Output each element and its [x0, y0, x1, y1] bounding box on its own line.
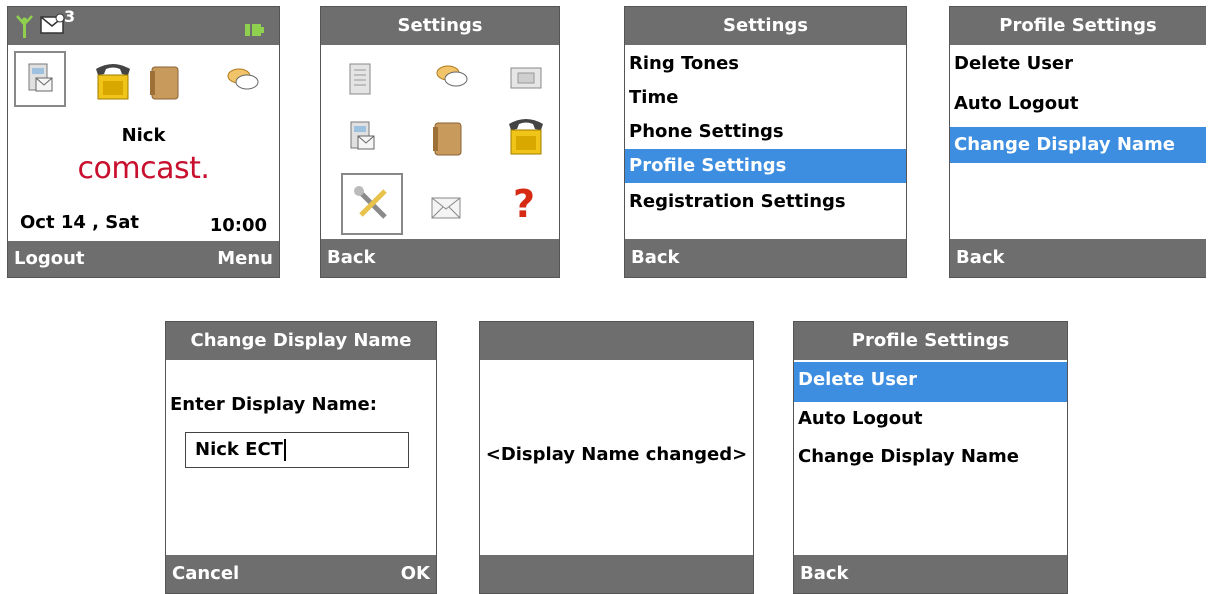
home-icon-selected-frame[interactable] [14, 51, 66, 107]
back-button[interactable]: Back [956, 239, 1005, 277]
settings-grid-screen: Settings ? Back [320, 6, 560, 278]
settings-grid-softkey-bar: Back [321, 239, 559, 277]
menu-item-profile-settings[interactable]: Profile Settings [625, 149, 906, 183]
tools-icon-selected-frame[interactable] [341, 173, 403, 235]
help-icon[interactable]: ? [513, 185, 535, 223]
menu-item-auto-logout[interactable]: Auto Logout [950, 87, 1206, 121]
phone-icon[interactable] [92, 59, 134, 105]
confirmation-softkey-bar [480, 555, 753, 593]
menu-item-phone-settings[interactable]: Phone Settings [625, 115, 906, 149]
settings-grid-title: Settings [321, 7, 559, 45]
profile-settings-after-title: Profile Settings [794, 322, 1067, 360]
date-label: Oct 14 , Sat [20, 212, 139, 233]
directory-icon [27, 63, 55, 99]
confirmation-message: <Display Name changed> [485, 444, 748, 465]
battery-icon [245, 20, 265, 36]
display-icon[interactable] [509, 65, 543, 95]
profile-settings-after-screen: Profile Settings Delete User Auto Logout… [793, 321, 1068, 594]
directory-icon[interactable] [349, 119, 377, 159]
menu-button[interactable]: Menu [217, 241, 273, 277]
display-name-input[interactable]: Nick ECT [185, 432, 409, 468]
menu-item-registration-settings[interactable]: Registration Settings [625, 185, 906, 219]
notebook-icon[interactable] [148, 65, 182, 105]
ok-button[interactable]: OK [401, 555, 430, 593]
display-name-prompt: Enter Display Name: [170, 394, 377, 415]
back-button[interactable]: Back [327, 239, 376, 277]
notebook-icon[interactable] [431, 121, 465, 161]
comcast-logo: comcast. [77, 151, 210, 186]
cancel-button[interactable]: Cancel [172, 555, 239, 593]
confirmation-title [480, 322, 753, 360]
mail-icon[interactable] [431, 197, 461, 223]
menu-item-change-display-name[interactable]: Change Display Name [950, 127, 1206, 163]
back-button[interactable]: Back [800, 555, 849, 593]
confirmation-screen: <Display Name changed> [479, 321, 754, 594]
menu-item-delete-user[interactable]: Delete User [950, 47, 1206, 81]
message-count: 3 [64, 7, 76, 26]
tools-icon [353, 185, 391, 227]
logout-button[interactable]: Logout [14, 241, 85, 277]
phone-icon[interactable] [505, 113, 547, 161]
home-screen: 3 Nick comcast. Oct 14 , Sat 10:00 Logou… [7, 6, 280, 278]
user-name: Nick [121, 125, 166, 146]
signal-icon [14, 12, 36, 38]
home-softkey-bar: Logout Menu [8, 241, 279, 277]
settings-list-title: Settings [625, 7, 906, 45]
change-display-name-screen: Change Display Name Enter Display Name: … [165, 321, 437, 594]
profile-settings-after-softkey-bar: Back [794, 555, 1067, 593]
profile-settings-screen: Profile Settings Delete User Auto Logout… [949, 6, 1206, 278]
new-message-icon [40, 13, 66, 37]
menu-item-ring-tones[interactable]: Ring Tones [625, 47, 906, 81]
status-bar: 3 [8, 7, 279, 45]
menu-item-auto-logout[interactable]: Auto Logout [794, 402, 1067, 436]
conference-icon[interactable] [226, 65, 260, 95]
text-cursor [283, 439, 286, 461]
time-label: 10:00 [209, 215, 267, 236]
profile-settings-softkey-bar: Back [950, 239, 1206, 277]
notepad-icon[interactable] [347, 62, 373, 100]
menu-item-change-display-name[interactable]: Change Display Name [794, 440, 1067, 474]
menu-item-delete-user[interactable]: Delete User [794, 362, 1067, 402]
settings-list-screen: Settings Ring Tones Time Phone Settings … [624, 6, 907, 278]
profile-settings-title: Profile Settings [950, 7, 1206, 45]
display-name-value: Nick ECT [195, 439, 283, 460]
conference-icon[interactable] [435, 62, 469, 92]
back-button[interactable]: Back [631, 239, 680, 277]
change-display-name-softkey-bar: Cancel OK [166, 555, 436, 593]
change-display-name-title: Change Display Name [166, 322, 436, 360]
menu-item-time[interactable]: Time [625, 81, 906, 115]
settings-list-softkey-bar: Back [625, 239, 906, 277]
